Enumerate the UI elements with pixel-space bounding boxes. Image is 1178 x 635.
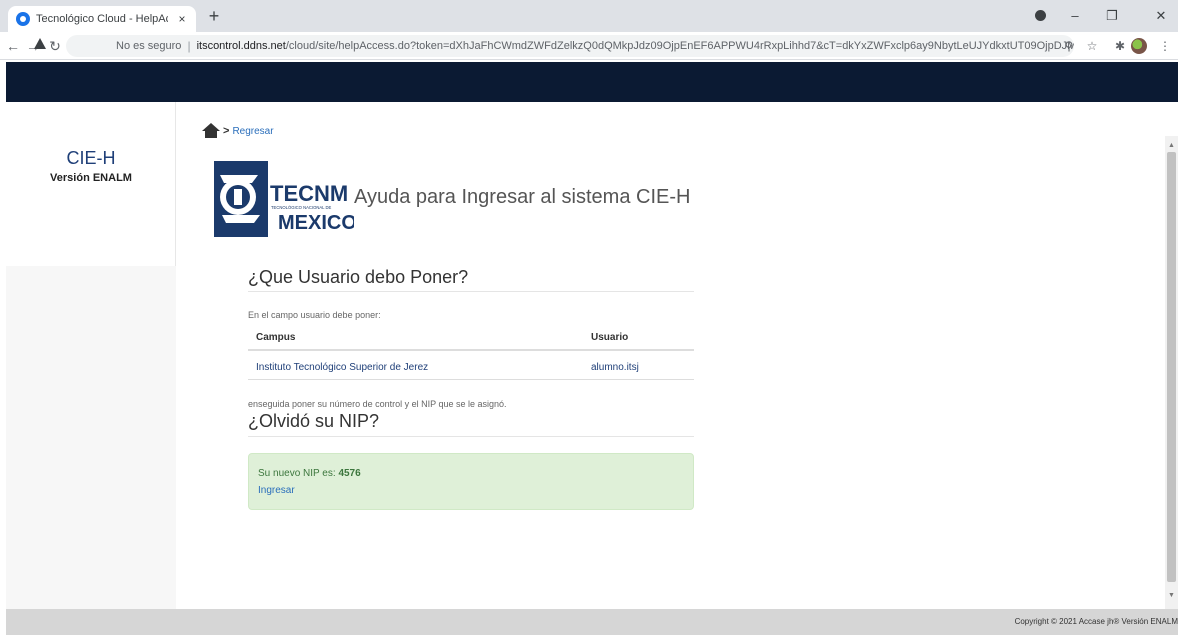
close-window-button[interactable]: ✕ <box>1148 4 1174 28</box>
divider <box>248 291 694 292</box>
column-header-usuario: Usuario <box>591 332 629 343</box>
url-separator: | <box>187 39 191 53</box>
tecnm-emblem-icon <box>214 161 268 237</box>
tab-favicon-icon <box>16 12 30 26</box>
success-alert: Su nuevo NIP es: 4576 Ingresar <box>248 453 694 510</box>
url-path: /cloud/site/helpAccess.do?token=dXhJaFhC… <box>285 40 1074 52</box>
app-version: Versión ENALM <box>50 172 132 184</box>
extensions-icon[interactable]: ✱ <box>1111 35 1129 57</box>
usuario-hint: En el campo usuario debe poner: <box>248 310 381 320</box>
record-icon[interactable] <box>1032 4 1048 28</box>
usuario-heading: ¿Que Usuario debo Poner? <box>248 267 469 287</box>
app-name[interactable]: CIE-H <box>6 148 176 169</box>
top-navbar <box>6 62 1178 102</box>
chevron-right-icon: > <box>223 125 230 137</box>
tecnm-logo: TECNM TECNOLÓGICO NACIONAL DE MEXICO <box>214 161 354 237</box>
new-nip-message: Su nuevo NIP es: 4576 <box>258 468 361 479</box>
new-nip-value: 4576 <box>338 468 361 479</box>
usuario-cell: alumno.itsj <box>591 362 639 373</box>
minimize-button[interactable]: – <box>1062 4 1088 28</box>
back-icon[interactable]: ← <box>2 35 24 57</box>
breadcrumb: > Regresar <box>202 123 274 139</box>
footer: Copyright © 2021 Accase jh® Versión ENAL… <box>6 609 1178 635</box>
address-bar: ← → ↻ No es seguro | itscontrol.ddns.net… <box>0 32 1178 60</box>
logo-mexico-text: MEXICO <box>278 212 354 234</box>
maximize-button[interactable]: ❐ <box>1099 4 1125 28</box>
table-header: Campus Usuario <box>248 324 694 351</box>
menu-icon[interactable]: ⋮ <box>1156 35 1174 57</box>
home-icon[interactable] <box>202 123 220 139</box>
new-tab-button[interactable]: + <box>203 6 225 28</box>
tab-close-icon[interactable]: × <box>174 12 190 26</box>
url-input[interactable]: No es seguro | itscontrol.ddns.net /clou… <box>66 35 1074 57</box>
column-header-campus: Campus <box>256 332 296 343</box>
campus-cell: Instituto Tecnológico Superior de Jerez <box>256 362 429 373</box>
copyright-text: Copyright © 2021 Accase jh® Versión ENAL… <box>1014 617 1178 626</box>
reload-icon[interactable]: ↻ <box>44 35 66 57</box>
login-link[interactable]: Ingresar <box>258 485 295 496</box>
zoom-icon[interactable]: ⚲ <box>1060 35 1078 57</box>
tab-title: Tecnológico Cloud - HelpAccess <box>36 13 168 25</box>
insecure-label[interactable]: No es seguro <box>116 40 181 52</box>
url-host: itscontrol.ddns.net <box>196 40 286 52</box>
profile-avatar[interactable] <box>1131 38 1147 54</box>
new-nip-label: Su nuevo NIP es: <box>258 468 336 479</box>
page-scrollbar[interactable]: ▲ ▼ <box>1165 136 1178 609</box>
page-title: Ayuda para Ingresar al sistema CIE-H <box>354 186 691 208</box>
warning-icon[interactable] <box>34 38 46 49</box>
table-row: Instituto Tecnológico Superior de Jerez … <box>248 352 694 380</box>
logo-tecnm-text: TECNM <box>270 181 348 206</box>
scroll-up-icon[interactable]: ▲ <box>1165 142 1178 149</box>
sidebar-header: CIE-H Versión ENALM <box>6 102 176 266</box>
scroll-down-icon[interactable]: ▼ <box>1165 592 1178 599</box>
usuario-instructions: enseguida poner su número de control y e… <box>248 399 507 409</box>
divider <box>248 436 694 437</box>
back-link[interactable]: Regresar <box>232 126 273 137</box>
browser-tab[interactable]: Tecnológico Cloud - HelpAccess × <box>8 6 196 32</box>
sidebar: CIE-H Versión ENALM <box>6 102 176 609</box>
nip-heading: ¿Olvidó su NIP? <box>248 411 380 431</box>
browser-tab-bar: Tecnológico Cloud - HelpAccess × + – ❐ ✕ <box>0 0 1178 32</box>
logo-subtitle-text: TECNOLÓGICO NACIONAL DE <box>271 205 332 210</box>
star-icon[interactable]: ☆ <box>1083 35 1101 57</box>
scroll-thumb[interactable] <box>1167 152 1176 582</box>
